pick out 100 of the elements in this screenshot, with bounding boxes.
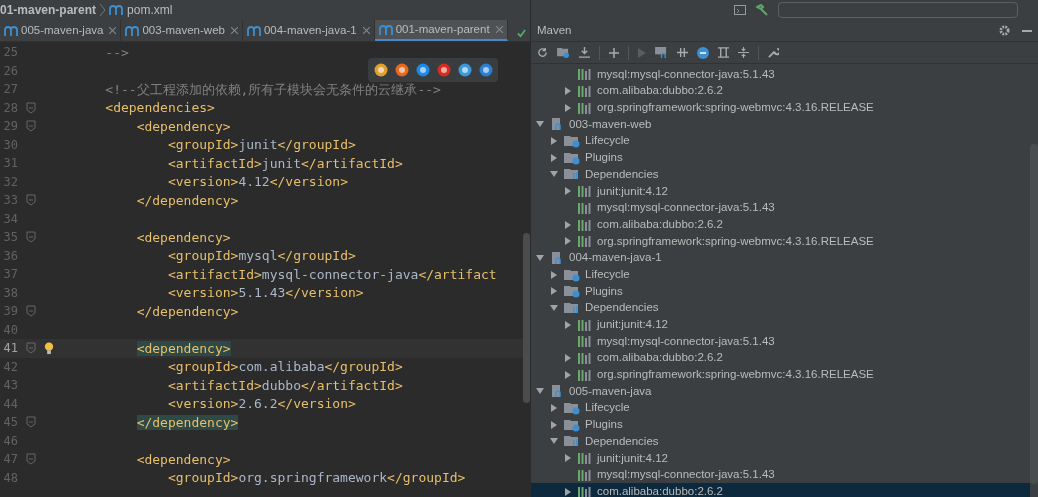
line-number: 25	[2, 44, 19, 62]
tree-label: mysql:mysql-connector-java:5.1.43	[597, 200, 775, 216]
line-number: 48	[2, 469, 19, 487]
tree-row[interactable]: Dependencies	[531, 433, 1030, 450]
tree-label: org.springframework:spring-webmvc:4.3.16.RELEASE	[597, 367, 874, 383]
code-comment: <!--父工程添加的依赖,所有子模块会无条件的云继承-->	[104, 81, 441, 97]
editor-tab[interactable]: 004-maven-java-1	[242, 20, 375, 41]
tree-label: junit:junit:4.12	[597, 450, 668, 466]
line-number: 41	[2, 340, 19, 358]
panel-title: Maven	[537, 22, 572, 38]
code-comment: -->	[104, 44, 129, 60]
tree-label: mysql:mysql-connector-java:5.1.43	[597, 333, 775, 349]
code-text: </dependency>	[136, 192, 239, 208]
line-number: 42	[2, 358, 19, 376]
tree-row[interactable]: mysql:mysql-connector-java:5.1.43	[531, 466, 1030, 484]
tree-row[interactable]: org.springframework:spring-webmvc:4.3.16.RELEASE	[531, 99, 1030, 117]
line-number: 47	[2, 451, 19, 469]
editor-tab[interactable]: 001-maven-parent	[374, 20, 508, 41]
tree-row[interactable]: 005-maven-java	[531, 383, 1030, 400]
tree-label: 004-maven-java-1	[569, 250, 662, 266]
editor-tab[interactable]: 003-maven-web	[121, 20, 243, 41]
tree-label: Lifecycle	[585, 133, 630, 149]
tree-label: Dependencies	[585, 433, 659, 449]
tree-label: Dependencies	[585, 166, 659, 182]
tree-row[interactable]: com.alibaba:dubbo:2.6.2	[531, 349, 1030, 367]
tree-row[interactable]: mysql:mysql-connector-java:5.1.43	[531, 333, 1030, 350]
tree-label: com.alibaba:dubbo:2.6.2	[597, 483, 723, 497]
line-number: 38	[2, 284, 19, 302]
code-text: <version>2.6.2</version>	[167, 396, 356, 411]
line-number: 29	[2, 118, 19, 136]
line-number: 27	[2, 81, 19, 99]
line-number: 39	[2, 303, 19, 321]
tree-label: Plugins	[585, 150, 623, 166]
code-text: <version>5.1.43</version>	[167, 285, 364, 300]
tree-row[interactable]: org.springframework:spring-webmvc:4.3.16.RELEASE	[531, 366, 1030, 384]
tree-row[interactable]: junit:junit:4.12	[531, 182, 1030, 200]
code-text: <groupId>junit</groupId>	[167, 137, 356, 152]
code-text: <artifactId>dubbo</artifactId>	[167, 377, 403, 393]
tree-row[interactable]: 003-maven-web	[531, 116, 1030, 133]
code-text: <dependencies>	[105, 100, 215, 115]
tree-row[interactable]: Plugins	[531, 149, 1030, 167]
editor-tab[interactable]: 005-maven-java	[0, 20, 122, 41]
tree-row[interactable]: Plugins	[531, 282, 1030, 300]
code-text: <dependency>	[136, 340, 231, 356]
line-number: 26	[2, 62, 19, 80]
line-number: 33	[2, 192, 19, 210]
tree-row[interactable]: Dependencies	[531, 166, 1030, 183]
line-number: 44	[2, 395, 19, 413]
tree-label: 003-maven-web	[569, 116, 652, 132]
tree-label: org.springframework:spring-webmvc:4.3.16.RELEASE	[597, 233, 874, 249]
breadcrumb-item[interactable]: 01-maven-parent	[0, 1, 97, 19]
tree-label: org.springframework:spring-webmvc:4.3.16.RELEASE	[597, 100, 874, 116]
code-text: <artifactId>mysql-connector-java</artifact	[167, 266, 497, 282]
line-number: 30	[2, 136, 19, 154]
tree-row[interactable]: junit:junit:4.12	[531, 449, 1030, 467]
line-number: 32	[2, 173, 19, 191]
line-number: 28	[2, 99, 19, 117]
tree-label: Lifecycle	[585, 400, 630, 416]
code-text: <artifactId>junit</artifactId>	[167, 155, 403, 171]
line-number: 40	[2, 321, 19, 339]
code-text: <groupId>org.springframework</groupId>	[167, 470, 466, 485]
tree-row[interactable]: Lifecycle	[531, 132, 1030, 150]
tree-label: junit:junit:4.12	[597, 317, 668, 333]
tree-label: com.alibaba:dubbo:2.6.2	[597, 83, 723, 99]
code-text: <groupId>com.alibaba</groupId>	[167, 359, 403, 374]
line-number: 35	[2, 229, 19, 247]
tree-row[interactable]: Lifecycle	[531, 399, 1030, 417]
tree-row[interactable]: com.alibaba:dubbo:2.6.2	[531, 216, 1030, 233]
tree-row[interactable]: junit:junit:4.12	[531, 316, 1030, 333]
tree-label: Dependencies	[585, 300, 659, 316]
tree-label: mysql:mysql-connector-java:5.1.43	[597, 66, 775, 82]
tree-row[interactable]: Plugins	[531, 416, 1030, 434]
code-text: </dependency>	[136, 414, 239, 430]
tree-row[interactable]: 004-maven-java-1	[531, 249, 1030, 267]
code-text: <version>4.12</version>	[167, 174, 348, 189]
tree-row[interactable]: org.springframework:spring-webmvc:4.3.16.RELEASE	[531, 232, 1030, 250]
line-number: 36	[2, 247, 19, 265]
tree-row[interactable]: Dependencies	[531, 299, 1030, 317]
code-text: <dependency>	[136, 229, 231, 245]
tree-label: Plugins	[585, 283, 623, 299]
code-text: <dependency>	[136, 451, 231, 467]
line-number: 43	[2, 377, 19, 395]
code-text: <dependency>	[136, 118, 231, 134]
tree-row[interactable]: com.alibaba:dubbo:2.6.2	[531, 483, 1030, 497]
line-number: 46	[2, 432, 19, 450]
tree-label: junit:junit:4.12	[597, 183, 668, 199]
tree-row[interactable]: mysql:mysql-connector-java:5.1.43	[531, 199, 1030, 217]
tree-label: com.alibaba:dubbo:2.6.2	[597, 350, 723, 366]
line-number: 34	[2, 210, 19, 228]
line-number: 45	[2, 414, 19, 432]
tree-row[interactable]: mysql:mysql-connector-java:5.1.43	[531, 66, 1030, 83]
tree-label: mysql:mysql-connector-java:5.1.43	[597, 467, 775, 483]
tree-row[interactable]: Lifecycle	[531, 266, 1030, 283]
tree-label: Plugins	[585, 417, 623, 433]
tree-label: com.alibaba:dubbo:2.6.2	[597, 216, 723, 232]
tree-row[interactable]: com.alibaba:dubbo:2.6.2	[531, 82, 1030, 100]
tree-label: 005-maven-java	[569, 383, 652, 399]
code-text: </dependency>	[136, 303, 239, 319]
breadcrumb-item[interactable]: pom.xml	[127, 1, 173, 19]
line-number: 37	[2, 266, 19, 284]
